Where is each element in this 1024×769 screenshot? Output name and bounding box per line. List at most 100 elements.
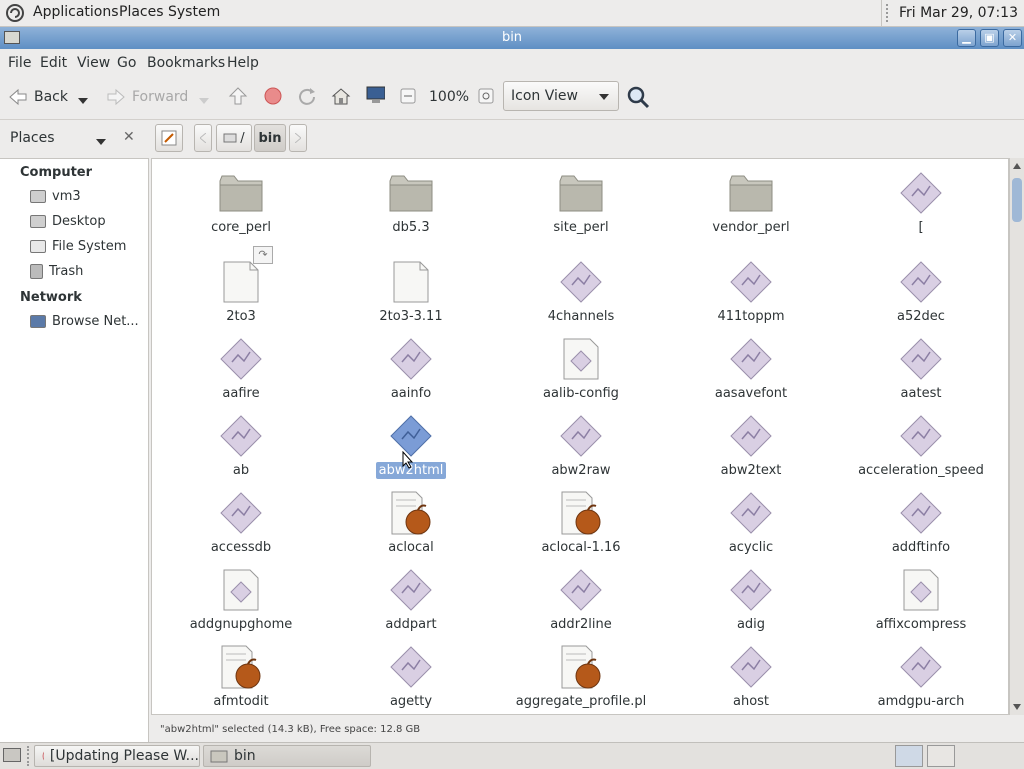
file-item[interactable]: ↷ 2to3 [156,246,326,325]
file-item[interactable]: ab [156,412,326,479]
distro-logo-icon[interactable] [5,3,25,23]
file-item-label: ab [232,463,250,478]
file-item[interactable]: adig [666,566,836,633]
zoom-in-button[interactable] [476,86,496,106]
file-item[interactable]: 411toppm [666,258,836,325]
system-menu[interactable]: System [168,4,220,20]
computer-button[interactable] [365,85,385,105]
workspace-2[interactable] [927,745,955,767]
file-item[interactable]: aafire [156,335,326,402]
file-item[interactable]: aatest [836,335,1006,402]
sidebar-item-trash[interactable]: Trash [30,264,83,279]
computer-icon [366,86,385,103]
sidebar-item-label: File System [52,239,127,254]
show-desktop-icon[interactable] [3,748,21,762]
back-history-dropdown[interactable] [78,93,88,108]
sidebar-selector[interactable]: Places [10,130,55,146]
menu-go[interactable]: Go [117,55,136,71]
workspace-switcher[interactable] [895,745,923,767]
file-item[interactable]: aclocal [326,489,496,556]
file-item[interactable]: addgnupghome [156,566,326,633]
file-item[interactable]: addpart [326,566,496,633]
sidebar-selector-dropdown[interactable] [96,134,106,149]
file-item[interactable]: aasavefont [666,335,836,402]
sidebar-item-vm3[interactable]: vm3 [30,189,81,204]
file-item[interactable]: aclocal-1.16 [496,489,666,556]
file-item[interactable]: abw2raw [496,412,666,479]
stop-button[interactable] [263,86,283,106]
forward-button[interactable]: Forward [106,87,188,107]
file-item[interactable]: vendor_perl [666,169,836,236]
file-item[interactable]: 2to3-3.11 [326,258,496,325]
file-item[interactable]: core_perl [156,169,326,236]
menu-help[interactable]: Help [227,55,259,71]
home-folder-icon [30,190,46,203]
scrollbar-thumb[interactable] [1012,178,1022,222]
applications-menu[interactable]: Applications [33,4,119,20]
sidebar-item-file-system[interactable]: File System [30,239,126,254]
taskbar-item-updating[interactable]: [Updating Please W... [34,745,200,767]
file-item[interactable]: site_perl [496,169,666,236]
sidebar-item-desktop[interactable]: Desktop [30,214,106,229]
close-icon: ✕ [1007,31,1018,44]
file-item[interactable]: db5.3 [326,169,496,236]
file-item[interactable]: acceleration_speed [836,412,1006,479]
close-button[interactable]: ✕ [1003,29,1022,47]
menu-view[interactable]: View [77,55,110,71]
file-item[interactable]: addftinfo [836,489,1006,556]
chevron-left-icon [200,133,206,143]
file-item[interactable]: ahost [666,643,836,710]
file-item[interactable]: agetty [326,643,496,710]
zoom-level[interactable]: 100% [429,89,469,105]
file-item[interactable]: acyclic [666,489,836,556]
minimize-button[interactable]: ▁ [957,29,976,47]
close-sidebar-button[interactable]: ✕ [123,129,135,145]
file-item[interactable]: aalib-config [496,335,666,402]
file-item[interactable]: afmtodit [156,643,326,710]
clock[interactable]: Fri Mar 29, 07:13 [880,0,1024,26]
file-item-label: aasavefont [714,386,788,401]
software-update-icon [42,751,44,761]
places-menu[interactable]: Places [119,4,164,20]
back-button[interactable]: Back [8,87,68,107]
menu-file[interactable]: File [8,55,31,71]
file-item[interactable]: aggregate_profile.pl [496,643,666,710]
path-crumb-bin[interactable]: bin [254,124,286,152]
file-item[interactable]: a52dec [836,258,1006,325]
search-button[interactable] [626,85,650,109]
file-icon-view[interactable]: core_perl db5.3 site_perl vendor_perl [ ↷ 2to3… [151,158,1009,715]
file-item[interactable]: [ [836,169,1006,236]
file-item[interactable]: 4channels [496,258,666,325]
sidebar-item-browse-network[interactable]: Browse Net... [30,314,139,329]
file-item[interactable]: addr2line [496,566,666,633]
maximize-button[interactable]: ▣ [980,29,999,47]
chevron-down-icon[interactable] [1013,704,1021,710]
file-item[interactable]: aainfo [326,335,496,402]
chevron-up-icon[interactable] [1013,163,1021,169]
toggle-location-entry-button[interactable] [155,124,183,152]
path-crumb-root[interactable]: / [216,124,252,152]
path-scroll-left[interactable] [194,124,212,152]
perl-script-icon [557,643,605,691]
up-button[interactable] [228,86,248,106]
path-scroll-right[interactable] [289,124,307,152]
executable-icon [387,335,435,383]
window-titlebar[interactable]: bin ▁ ▣ ✕ [0,27,1024,49]
menu-bookmarks[interactable]: Bookmarks [147,55,225,71]
file-item[interactable]: amdgpu-arch [836,643,1006,710]
file-item[interactable]: accessdb [156,489,326,556]
executable-icon [897,258,945,306]
file-item[interactable]: abw2text [666,412,836,479]
home-button[interactable] [331,86,351,106]
forward-history-dropdown[interactable] [199,93,209,108]
vertical-scrollbar[interactable] [1009,158,1024,715]
taskbar-item-bin[interactable]: bin [203,745,371,767]
menu-edit[interactable]: Edit [40,55,67,71]
zoom-out-button[interactable] [398,86,418,106]
file-item-label: addgnupghome [189,617,293,632]
file-item[interactable]: affixcompress [836,566,1006,633]
window-menu-icon[interactable] [4,31,20,44]
view-mode-select[interactable]: Icon View [503,81,619,111]
reload-button[interactable] [297,86,317,106]
clock-text: Fri Mar 29, 07:13 [898,5,1018,21]
